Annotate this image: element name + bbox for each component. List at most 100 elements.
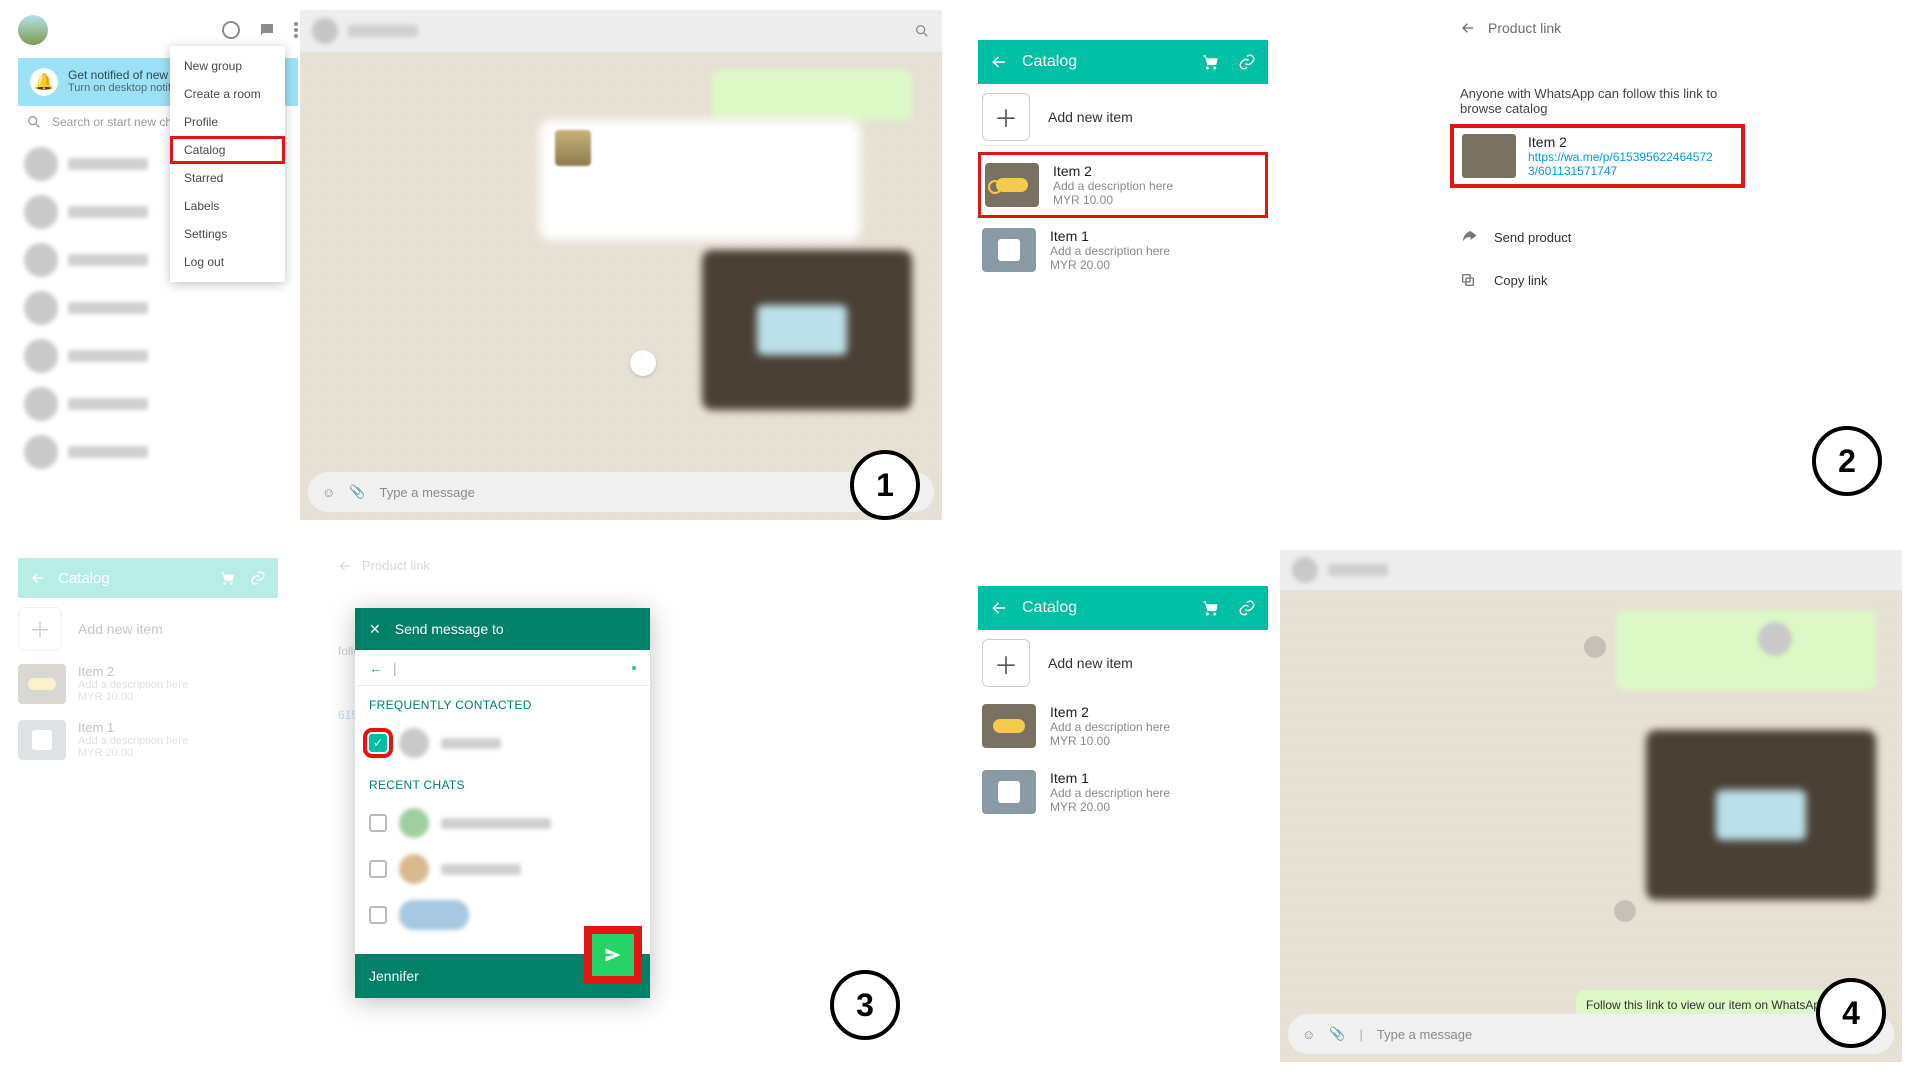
cart-icon[interactable] xyxy=(1202,53,1220,71)
send-product-action[interactable]: Send product xyxy=(1460,228,1710,246)
menu-new-group[interactable]: New group xyxy=(170,52,285,80)
contact-avatar xyxy=(399,808,429,838)
catalog-link-info: Anyone with WhatsApp can follow this lin… xyxy=(1460,86,1750,116)
input-placeholder[interactable]: Type a message xyxy=(379,485,920,500)
chat-header xyxy=(300,10,942,52)
contact-row[interactable] xyxy=(355,800,650,846)
back-icon[interactable] xyxy=(1460,20,1476,36)
link-item-name: Item 2 xyxy=(1528,134,1713,150)
contact-name xyxy=(441,738,501,749)
breadcrumb: Product link xyxy=(1460,20,1561,36)
chat-row[interactable] xyxy=(18,380,298,428)
item-name: Item 2 xyxy=(1053,163,1173,179)
add-item-row[interactable]: ＋ Add new item xyxy=(978,88,1268,146)
link-thumbnail xyxy=(1462,134,1516,178)
catalog-title: Catalog xyxy=(1022,53,1077,71)
step-badge-3: 3 xyxy=(830,970,900,1040)
chat-avatar[interactable] xyxy=(312,18,338,44)
catalog-item-2[interactable]: Item 2Add a description hereMYR 10.00 xyxy=(982,696,1268,756)
forward-icon[interactable] xyxy=(1584,636,1606,658)
menu-more-icon[interactable] xyxy=(294,21,298,39)
chat-row[interactable] xyxy=(18,284,298,332)
message-input-bar: ☺ 📎 | Type a message xyxy=(1288,1014,1894,1054)
chat-canvas: ☺ 📎 Type a message xyxy=(300,10,942,520)
checkbox-empty[interactable] xyxy=(369,860,387,878)
modal-search[interactable]: ← | xyxy=(355,650,650,686)
item-name: Item 2 xyxy=(1050,704,1170,720)
selected-contact-name: Jennifer xyxy=(369,968,419,984)
product-link-card[interactable]: Item 2 https://wa.me/p/615395622464572 3… xyxy=(1450,124,1745,188)
link-icon[interactable] xyxy=(1238,599,1256,617)
online-dot-icon xyxy=(632,666,636,670)
chat-header xyxy=(1280,550,1902,590)
outgoing-message xyxy=(712,70,912,120)
menu-labels[interactable]: Labels xyxy=(170,192,285,220)
emoji-icon[interactable]: ☺ xyxy=(322,485,335,500)
attach-icon[interactable]: 📎 xyxy=(349,484,365,500)
add-item-row[interactable]: ＋ Add new item xyxy=(978,634,1268,692)
image-message[interactable] xyxy=(1646,730,1876,900)
breadcrumb-label: Product link xyxy=(1488,20,1561,36)
link-icon[interactable] xyxy=(1238,53,1256,71)
chat-canvas: Follow this link to view our item on Wha… xyxy=(1280,550,1902,1062)
forward-icon[interactable] xyxy=(1614,900,1636,922)
modal-footer: Jennifer xyxy=(355,954,650,998)
copy-icon xyxy=(1460,272,1478,288)
share-icon xyxy=(1460,228,1478,246)
close-icon[interactable]: ✕ xyxy=(369,621,381,638)
panel-step-3: Catalog ＋Add new item Item 2Add a descri… xyxy=(0,540,960,1080)
chat-avatar[interactable] xyxy=(1292,557,1318,583)
menu-logout[interactable]: Log out xyxy=(170,248,285,276)
menu-catalog[interactable]: Catalog xyxy=(170,136,285,164)
send-button[interactable] xyxy=(590,932,636,978)
item-price: MYR 10.00 xyxy=(1050,734,1170,748)
add-icon: ＋ xyxy=(982,93,1030,141)
search-icon[interactable] xyxy=(914,23,930,39)
checkbox-empty[interactable] xyxy=(369,814,387,832)
sidebar-topbar xyxy=(18,10,298,50)
contact-row[interactable]: ✓ xyxy=(355,720,650,766)
checkbox-empty[interactable] xyxy=(369,906,387,924)
card-avatar xyxy=(1758,622,1792,656)
catalog-item-1[interactable]: Item 1Add a description hereMYR 20.00 xyxy=(982,762,1268,822)
chat-row[interactable] xyxy=(18,332,298,380)
menu-settings[interactable]: Settings xyxy=(170,220,285,248)
menu-profile[interactable]: Profile xyxy=(170,108,285,136)
contact-row[interactable] xyxy=(355,846,650,892)
add-item-label: Add new item xyxy=(1048,109,1133,125)
add-item-label: Add new item xyxy=(1048,655,1133,671)
catalog-header: Catalog xyxy=(978,40,1268,84)
back-arrow-icon[interactable]: ← xyxy=(369,660,383,676)
menu-starred[interactable]: Starred xyxy=(170,164,285,192)
input-placeholder[interactable]: Type a message xyxy=(1377,1027,1880,1042)
back-icon[interactable] xyxy=(990,53,1008,71)
contact-avatar xyxy=(399,900,469,930)
new-chat-icon[interactable] xyxy=(258,21,276,39)
send-product-label: Send product xyxy=(1494,230,1571,245)
item-desc: Add a description here xyxy=(1050,786,1170,800)
item-thumbnail xyxy=(985,163,1039,207)
step-badge-4: 4 xyxy=(1816,978,1886,1048)
outgoing-card xyxy=(1616,610,1876,690)
attach-icon[interactable]: 📎 xyxy=(1329,1026,1345,1042)
menu-create-room[interactable]: Create a room xyxy=(170,80,285,108)
copy-link-action[interactable]: Copy link xyxy=(1460,272,1710,288)
emoji-icon[interactable]: ☺ xyxy=(1302,1027,1315,1042)
catalog-item-1[interactable]: Item 1 Add a description here MYR 20.00 xyxy=(978,220,1268,280)
scroll-down-button[interactable] xyxy=(630,350,656,376)
catalog-item-2[interactable]: Item 2 Add a description here MYR 10.00 xyxy=(978,152,1268,218)
checkbox-selected[interactable]: ✓ xyxy=(369,734,387,752)
chat-row[interactable] xyxy=(18,428,298,476)
user-avatar[interactable] xyxy=(18,15,48,45)
cart-icon[interactable] xyxy=(1202,599,1220,617)
dropdown-menu: New group Create a room Profile Catalog … xyxy=(170,46,285,282)
image-message[interactable] xyxy=(702,250,912,410)
search-icon xyxy=(26,114,42,130)
contact-name xyxy=(441,864,521,875)
back-icon[interactable] xyxy=(990,599,1008,617)
status-icon[interactable] xyxy=(222,21,240,39)
panel-step-4: Catalog ＋ Add new item Item 2Add a descr… xyxy=(960,540,1920,1080)
panel-step-2: Catalog ＋ Add new item Item 2 Add a desc… xyxy=(960,0,1920,540)
copy-link-label: Copy link xyxy=(1494,273,1547,288)
item-price: MYR 20.00 xyxy=(1050,800,1170,814)
